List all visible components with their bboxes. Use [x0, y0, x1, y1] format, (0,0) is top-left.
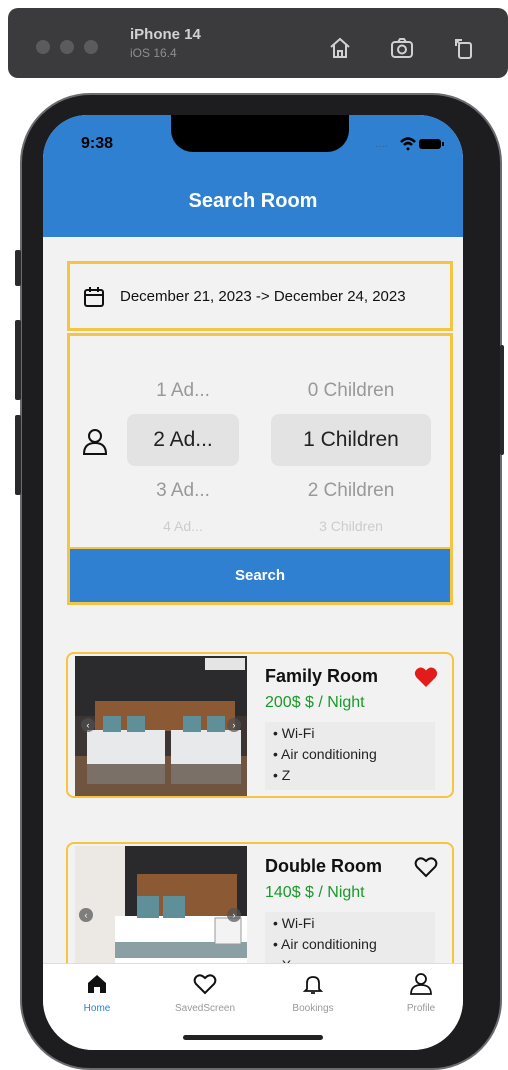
- children-option[interactable]: 2 Children: [271, 480, 431, 502]
- amenity-item: • Air conditioning: [273, 936, 377, 952]
- favorite-heart-filled-icon[interactable]: [414, 666, 438, 688]
- wifi-icon: [400, 137, 416, 151]
- room-photo: ‹ ›: [75, 846, 247, 967]
- children-option[interactable]: 3 Children: [271, 518, 431, 534]
- screenshot-icon[interactable]: [388, 34, 416, 62]
- battery-icon: [419, 139, 441, 149]
- nav-label-home: Home: [83, 1003, 111, 1014]
- signal-icon: ....: [375, 139, 388, 150]
- volume-up-button: [15, 320, 21, 400]
- date-range-selector[interactable]: December 21, 2023 -> December 24, 2023: [67, 261, 453, 331]
- room-name: Family Room: [265, 666, 379, 686]
- search-button[interactable]: Search: [67, 549, 453, 605]
- room-price: 200$ $ / Night: [265, 694, 365, 711]
- simulator-device-name: iPhone 14: [130, 26, 201, 43]
- volume-down-button: [15, 415, 21, 495]
- children-option[interactable]: 0 Children: [271, 380, 431, 402]
- adults-option[interactable]: 1 Ad...: [127, 380, 239, 402]
- rotate-icon[interactable]: [450, 34, 478, 62]
- nav-label-profile: Profile: [406, 1003, 436, 1014]
- amenity-item: • Wi-Fi: [273, 915, 315, 931]
- nav-item-home[interactable]: Home: [57, 972, 137, 1014]
- dynamic-notch: [171, 115, 349, 152]
- children-selected-option[interactable]: 1 Children: [271, 414, 431, 466]
- amenities-list: • Wi-Fi • Air conditioning • X: [265, 912, 435, 967]
- mute-switch: [15, 250, 21, 286]
- prev-photo-icon[interactable]: ‹: [81, 718, 95, 732]
- bell-icon: [302, 976, 324, 994]
- calendar-icon: [84, 287, 104, 307]
- status-icons: ....: [375, 137, 444, 151]
- app-screen: 9:38 .... Search Room December 21, 2023 …: [43, 115, 463, 1050]
- next-photo-icon[interactable]: ›: [227, 908, 241, 922]
- room-photo: ‹ ›: [75, 656, 247, 796]
- amenity-item: • Air conditioning: [273, 746, 377, 762]
- status-time: 9:38: [81, 135, 114, 152]
- window-zoom-button[interactable]: [84, 40, 98, 54]
- room-card[interactable]: ‹ › Double Room 140$ $ / Night • Wi-Fi •…: [66, 842, 454, 967]
- favorite-heart-outline-icon[interactable]: [414, 856, 438, 878]
- person-icon: [410, 973, 432, 995]
- adults-selected-option[interactable]: 2 Ad...: [127, 414, 239, 466]
- heart-icon: [193, 974, 217, 995]
- next-photo-icon[interactable]: ›: [227, 718, 241, 732]
- date-range-text: December 21, 2023 -> December 24, 2023: [120, 288, 406, 305]
- guest-picker[interactable]: 1 Ad... 2 Ad... 3 Ad... 4 Ad... 0 Childr…: [67, 333, 453, 550]
- nav-item-bookings[interactable]: Bookings: [273, 972, 353, 1014]
- simulator-os-version: iOS 16.4: [130, 46, 177, 60]
- amenities-list: • Wi-Fi • Air conditioning • Z: [265, 722, 435, 790]
- children-picker-wheel[interactable]: 0 Children 1 Children 2 Children 3 Child…: [271, 336, 431, 547]
- adults-option[interactable]: 4 Ad...: [127, 518, 239, 534]
- simulator-toolbar: iPhone 14 iOS 16.4: [8, 8, 508, 78]
- home-button-icon[interactable]: [326, 34, 354, 62]
- adults-picker-wheel[interactable]: 1 Ad... 2 Ad... 3 Ad... 4 Ad...: [127, 336, 239, 547]
- nav-label-bookings: Bookings: [292, 1003, 334, 1014]
- nav-item-profile[interactable]: Profile: [381, 972, 461, 1014]
- home-indicator[interactable]: [183, 1035, 323, 1040]
- amenity-item: • Z: [273, 767, 291, 783]
- power-button: [500, 345, 504, 455]
- page-title: Search Room: [188, 190, 318, 212]
- nav-item-saved[interactable]: SavedScreen: [165, 972, 245, 1014]
- adults-option[interactable]: 3 Ad...: [127, 480, 239, 502]
- home-icon: [88, 975, 106, 993]
- room-card[interactable]: ‹ › Family Room 200$ $ / Night • Wi-Fi •…: [66, 652, 454, 798]
- window-close-button[interactable]: [36, 40, 50, 54]
- window-minimize-button[interactable]: [60, 40, 74, 54]
- room-price: 140$ $ / Night: [265, 884, 365, 901]
- amenity-item: • Wi-Fi: [273, 725, 315, 741]
- person-icon: [82, 429, 108, 455]
- nav-label-saved: SavedScreen: [174, 1003, 236, 1014]
- room-name: Double Room: [265, 856, 382, 876]
- prev-photo-icon[interactable]: ‹: [79, 908, 93, 922]
